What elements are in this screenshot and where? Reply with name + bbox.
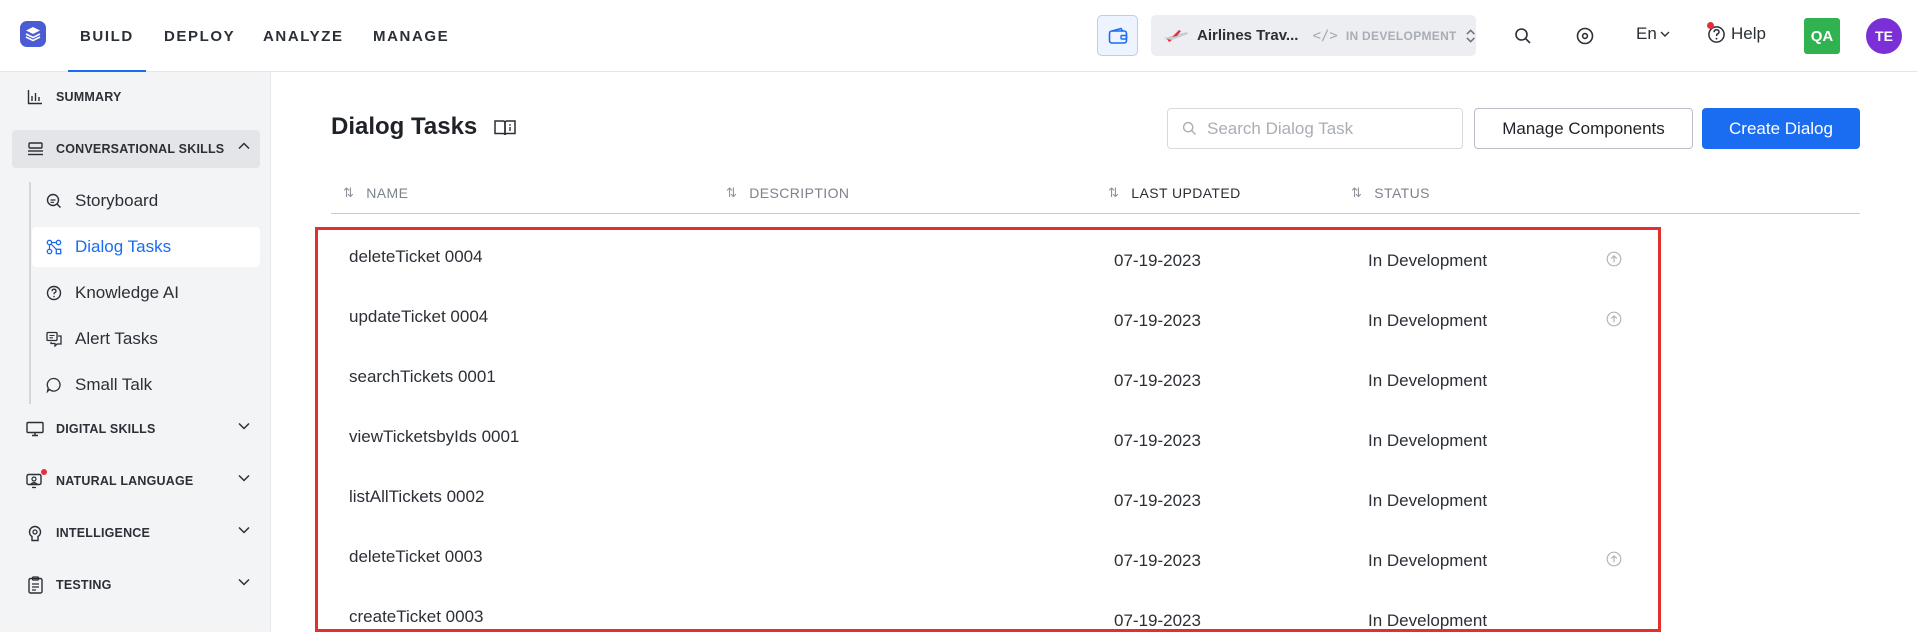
sidebar-item-label: Knowledge AI: [75, 283, 179, 302]
workspace-badge[interactable]: QA: [1804, 18, 1840, 54]
sidebar: SUMMARY CONVERSATIONAL SKILLS Storyboard…: [0, 72, 271, 632]
sidebar-item-dialog-tasks[interactable]: Dialog Tasks: [32, 227, 260, 267]
manage-components-button[interactable]: Manage Components: [1474, 108, 1693, 149]
sidebar-item-label: Storyboard: [75, 191, 159, 210]
app-environment: IN DEVELOPMENT: [1345, 28, 1457, 43]
notification-dot: [41, 469, 47, 475]
help-label: Help: [1731, 24, 1766, 43]
alert-chat-icon: [45, 330, 63, 348]
natural-language-icon: [24, 469, 47, 491]
help-button[interactable]: Help: [1707, 22, 1766, 44]
page-title: Dialog Tasks: [331, 113, 478, 140]
sort-icon: ⇅: [1351, 185, 1363, 200]
sidebar-section-label: CONVERSATIONAL SKILLS: [56, 142, 225, 156]
sidebar-section-label: NATURAL LANGUAGE: [56, 474, 194, 488]
chevron-down-icon: [238, 526, 250, 534]
nav-tab-analyze[interactable]: ANALYZE: [263, 0, 344, 72]
notification-dot: [1707, 22, 1714, 29]
search-dialog-task-input[interactable]: [1207, 118, 1447, 139]
app-name: Airlines Trav...: [1197, 27, 1299, 44]
sidebar-section-conversational-skills[interactable]: CONVERSATIONAL SKILLS: [12, 130, 260, 168]
target-icon[interactable]: [1572, 23, 1598, 49]
code-icon: </>: [1312, 27, 1338, 44]
conversation-icon: [24, 139, 46, 159]
search-icon: [1182, 121, 1196, 135]
up-down-chevron-icon: [1466, 28, 1475, 43]
nav-tab-deploy[interactable]: DEPLOY: [164, 0, 235, 72]
sidebar-section-digital-skills[interactable]: DIGITAL SKILLS: [12, 410, 260, 448]
chevron-up-icon: [238, 142, 250, 150]
monitor-icon: [24, 419, 46, 439]
top-bar: BUILD DEPLOY ANALYZE MANAGE Airlines Tra…: [0, 0, 1917, 73]
app-logo-icon[interactable]: [20, 21, 46, 47]
wallet-button[interactable]: [1097, 15, 1138, 56]
sidebar-section-testing[interactable]: TESTING: [12, 566, 260, 604]
sidebar-item-knowledge-ai[interactable]: Knowledge AI: [32, 273, 260, 313]
storyboard-icon: [45, 192, 63, 210]
sidebar-section-natural-language[interactable]: NATURAL LANGUAGE: [12, 462, 260, 500]
column-header-status[interactable]: ⇅ STATUS: [1351, 185, 1430, 201]
sidebar-item-label: Alert Tasks: [75, 329, 158, 348]
sidebar-tree-line: [29, 182, 31, 404]
nav-tab-manage[interactable]: MANAGE: [373, 0, 449, 72]
search-icon[interactable]: [1510, 23, 1536, 49]
wallet-icon: [1108, 27, 1127, 44]
sidebar-item-alert-tasks[interactable]: Alert Tasks: [32, 319, 260, 359]
chevron-down-icon: [1660, 31, 1670, 37]
column-header-last-updated[interactable]: ⇅ LAST UPDATED: [1108, 185, 1241, 201]
user-avatar[interactable]: TE: [1866, 18, 1902, 54]
sidebar-item-small-talk[interactable]: Small Talk: [32, 365, 260, 405]
airplane-icon: [1163, 27, 1189, 45]
app-switcher[interactable]: Airlines Trav... </> IN DEVELOPMENT: [1151, 15, 1476, 56]
table-header: ⇅ NAME ⇅ DESCRIPTION ⇅ LAST UPDATED ⇅ STATUS: [331, 176, 1860, 214]
dialog-flow-icon: [45, 238, 63, 256]
chevron-down-icon: [238, 578, 250, 586]
sidebar-section-label: DIGITAL SKILLS: [56, 422, 156, 436]
nav-tab-build[interactable]: BUILD: [68, 0, 146, 73]
language-label: En: [1636, 24, 1657, 43]
question-circle-icon: [45, 284, 63, 302]
sort-icon: ⇅: [726, 185, 738, 200]
column-header-name[interactable]: ⇅ NAME: [343, 185, 408, 201]
bar-chart-icon: [24, 87, 46, 107]
intelligence-icon: [24, 523, 46, 543]
sort-icon: ⇅: [343, 185, 355, 200]
search-box: [1167, 108, 1463, 149]
language-selector[interactable]: En: [1636, 24, 1670, 44]
chevron-down-icon: [238, 474, 250, 482]
chat-bubble-icon: [45, 376, 63, 394]
sidebar-item-label: Small Talk: [75, 375, 153, 394]
sidebar-section-label: TESTING: [56, 578, 112, 592]
sidebar-section-label: SUMMARY: [56, 90, 122, 104]
book-icon[interactable]: [493, 118, 517, 138]
sidebar-item-label: Dialog Tasks: [75, 237, 172, 256]
sort-icon: ⇅: [1108, 185, 1120, 200]
chevron-down-icon: [238, 422, 250, 430]
column-header-description[interactable]: ⇅ DESCRIPTION: [726, 185, 849, 201]
sidebar-section-intelligence[interactable]: INTELLIGENCE: [12, 514, 260, 552]
sidebar-section-label: INTELLIGENCE: [56, 526, 151, 540]
sidebar-section-summary[interactable]: SUMMARY: [12, 78, 260, 116]
sidebar-item-storyboard[interactable]: Storyboard: [32, 181, 260, 221]
create-dialog-button[interactable]: Create Dialog: [1702, 108, 1860, 149]
clipboard-check-icon: [24, 575, 46, 595]
highlight-box: [315, 227, 1661, 632]
